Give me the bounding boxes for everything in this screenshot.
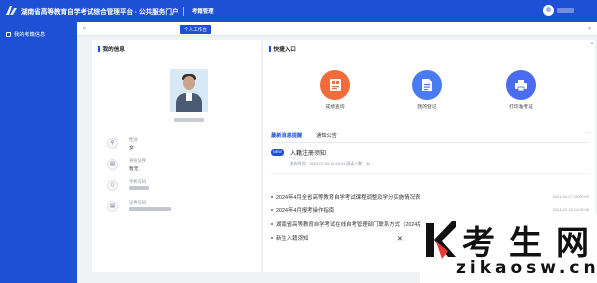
phone-value-blurred: [129, 186, 149, 190]
new-badge: NEW: [271, 149, 284, 156]
sidebar: 我的考籍信息: [0, 22, 77, 283]
app-title: 湖南省高等教育自学考试综合管理平台 · 公共服务门户: [21, 9, 179, 16]
id-card-icon: ▤: [107, 201, 118, 212]
scroll-up-icon[interactable]: ▲: [590, 40, 594, 45]
printer-icon: [506, 70, 536, 100]
profile-photo: [170, 69, 208, 112]
profile-panel: 我的信息 ⚲ 性别 女 ▤ 身份证件 暂无 ▯ 手机号码 ▤ 证件号码: [92, 40, 261, 272]
id-card-icon: ▤: [107, 159, 118, 170]
info-row-id-number: ▤ 证件号码: [92, 196, 275, 218]
news-list-item[interactable]: 2024年4月报考操作指南 2024-02-18 14:05:08: [271, 206, 589, 214]
id-number-value-blurred: [129, 207, 171, 211]
document-icon: [412, 70, 442, 100]
news-list-item[interactable]: 2024年4月全省高等教育自学考试课程调整及学分实施情况表 2024-02-27…: [271, 193, 589, 201]
watermark: 考生网 zikaosw.cn: [420, 214, 597, 283]
tab-bar: « 个人工作台 »: [77, 22, 597, 36]
profile-panel-title: 我的信息: [98, 45, 125, 53]
tab-latest-messages[interactable]: 最新消息提醒: [271, 132, 303, 143]
news-divider: [271, 142, 589, 143]
tab-announcements[interactable]: 通知公告: [316, 132, 337, 139]
person-icon: ⚲: [107, 138, 118, 149]
info-row-id-document: ▤ 身份证件 暂无: [92, 154, 275, 176]
watermark-url: zikaosw.cn: [456, 258, 597, 278]
info-row-phone: ▯ 手机号码: [92, 175, 275, 197]
platform-logo-icon: [6, 6, 17, 15]
user-avatar[interactable]: [543, 5, 554, 16]
watermark-chinese-text: 考生网: [462, 223, 597, 262]
quick-link-my-registration[interactable]: 我的登记: [397, 70, 457, 120]
news-tabs: 最新消息提醒 通知公告: [271, 132, 337, 143]
user-name[interactable]: [557, 8, 574, 13]
news-separator: [271, 173, 589, 174]
chevron-right-icon[interactable]: »: [585, 25, 594, 33]
profile-name-blurred: [174, 118, 204, 122]
chevron-left-icon[interactable]: «: [80, 25, 89, 33]
info-row-gender: ⚲ 性别 女: [92, 133, 275, 155]
watermark-logo-icon: [426, 221, 456, 259]
module-title[interactable]: 考籍管理: [192, 7, 214, 15]
grid-icon: [6, 32, 11, 37]
featured-news-title[interactable]: 入籍注册须知: [290, 148, 326, 157]
score-query-icon: [320, 70, 350, 100]
top-navbar: 湖南省高等教育自学考试综合管理平台 · 公共服务门户 考籍管理: [0, 0, 597, 22]
close-icon[interactable]: ✕: [397, 235, 403, 243]
more-icon[interactable]: ···: [585, 130, 591, 136]
sidebar-item-my-registration[interactable]: 我的考籍信息: [6, 31, 45, 38]
sidebar-item-label: 我的考籍信息: [14, 32, 46, 38]
quick-access-title: 快捷入口: [269, 45, 296, 53]
quick-link-score-query[interactable]: 成绩查询: [305, 70, 365, 120]
featured-news-meta: 发布时间：2024-07-05 11:43:41 阅读人数：34: [290, 161, 371, 166]
phone-icon: ▯: [107, 180, 118, 191]
title-divider: [183, 7, 184, 16]
tab-personal-workbench[interactable]: 个人工作台: [180, 25, 211, 34]
quick-link-print-admission[interactable]: 打印准考证: [491, 70, 551, 120]
